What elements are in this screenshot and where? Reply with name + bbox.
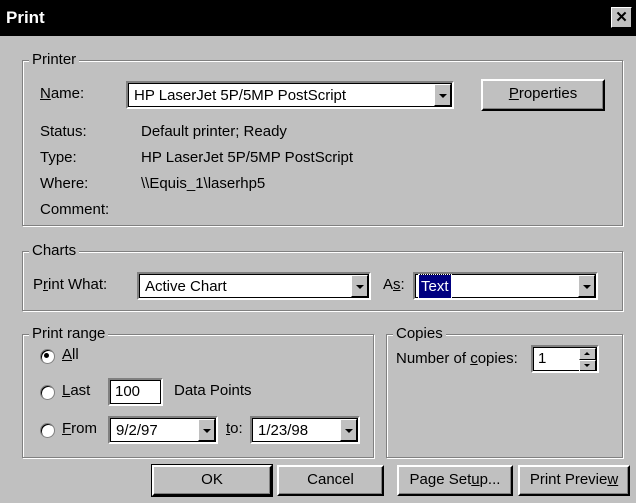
copies-label: Number of copies: bbox=[396, 350, 518, 367]
ok-button[interactable]: OK bbox=[151, 464, 273, 497]
status-label: Status: bbox=[40, 123, 87, 140]
close-icon: ✕ bbox=[615, 9, 628, 26]
properties-button[interactable]: Properties bbox=[481, 79, 605, 111]
to-label: to: bbox=[226, 420, 243, 437]
chevron-down-icon[interactable] bbox=[340, 419, 357, 441]
print-preview-button[interactable]: Print Preview bbox=[518, 465, 630, 496]
as-select[interactable]: Text bbox=[413, 272, 598, 300]
spinner-buttons[interactable] bbox=[579, 348, 596, 371]
copies-spinner[interactable]: 1 bbox=[531, 345, 599, 373]
comment-label: Comment: bbox=[40, 201, 110, 218]
to-date-value: 1/23/98 bbox=[258, 422, 309, 439]
printer-name-select[interactable]: HP LaserJet 5P/5MP PostScript bbox=[126, 81, 454, 109]
copies-value[interactable]: 1 bbox=[538, 350, 546, 367]
chevron-down-icon[interactable] bbox=[198, 419, 215, 441]
type-value: HP LaserJet 5P/5MP PostScript bbox=[141, 149, 354, 166]
chevron-down-icon[interactable] bbox=[578, 275, 595, 297]
chevron-down-icon[interactable] bbox=[351, 275, 368, 297]
charts-legend: Charts bbox=[29, 242, 80, 260]
where-value: \\Equis_1\laserhp5 bbox=[141, 175, 266, 192]
all-label[interactable]: All bbox=[62, 346, 79, 364]
print-range-legend: Print range bbox=[29, 325, 109, 343]
printer-legend: Printer bbox=[29, 51, 80, 69]
where-label: Where: bbox=[40, 175, 89, 192]
last-label[interactable]: Last bbox=[62, 382, 90, 400]
as-value: Text bbox=[418, 274, 452, 298]
radio-all[interactable] bbox=[40, 349, 55, 364]
copies-legend: Copies bbox=[393, 325, 446, 343]
data-points-label: Data Points bbox=[174, 382, 252, 399]
status-value: Default printer; Ready bbox=[141, 123, 287, 140]
print-what-label: Print What: bbox=[33, 276, 108, 293]
as-label: As: bbox=[383, 276, 405, 293]
title-bar[interactable]: Print ✕ bbox=[0, 0, 636, 36]
radio-from[interactable] bbox=[40, 423, 55, 438]
print-what-select[interactable]: Active Chart bbox=[137, 272, 371, 300]
to-date-select[interactable]: 1/23/98 bbox=[250, 416, 360, 444]
spin-up-icon[interactable] bbox=[579, 348, 596, 360]
page-setup-button[interactable]: Page Setup... bbox=[397, 465, 513, 496]
name-label: Name: bbox=[40, 85, 85, 102]
close-button[interactable]: ✕ bbox=[611, 7, 632, 28]
printer-name-value: HP LaserJet 5P/5MP PostScript bbox=[134, 87, 347, 104]
cancel-button[interactable]: Cancel bbox=[277, 465, 384, 496]
spin-down-icon[interactable] bbox=[579, 360, 596, 371]
window-title: Print bbox=[6, 8, 45, 27]
from-date-value: 9/2/97 bbox=[116, 422, 158, 439]
print-what-value: Active Chart bbox=[145, 278, 227, 295]
from-date-select[interactable]: 9/2/97 bbox=[108, 416, 218, 444]
chevron-down-icon[interactable] bbox=[434, 84, 451, 106]
last-input[interactable]: 100 bbox=[108, 378, 163, 406]
radio-last[interactable] bbox=[40, 385, 55, 400]
type-label: Type: bbox=[40, 149, 77, 166]
from-label[interactable]: From bbox=[62, 420, 97, 438]
